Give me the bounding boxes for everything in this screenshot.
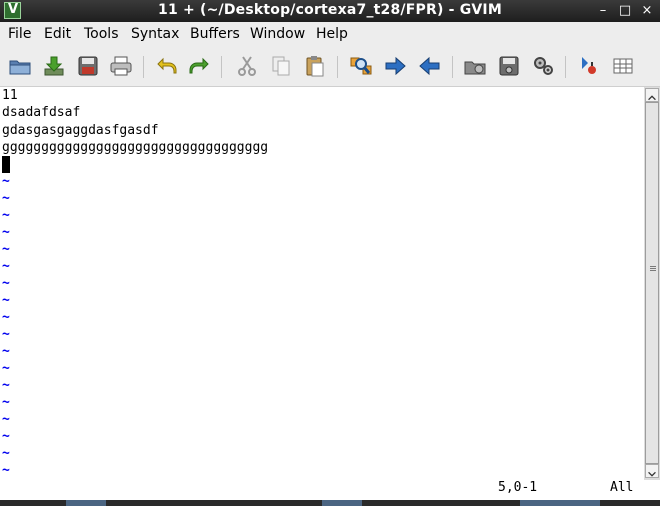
menu-window[interactable]: Window: [250, 26, 305, 42]
empty-line-marker: ~: [2, 208, 10, 223]
make-icon[interactable]: [577, 54, 601, 78]
minimize-button[interactable]: –: [594, 3, 612, 19]
download-icon[interactable]: [42, 54, 66, 78]
empty-line-marker: ~: [2, 361, 10, 376]
empty-line-marker: ~: [2, 463, 10, 478]
toolbar-separator: [143, 56, 144, 78]
cut-icon[interactable]: [235, 54, 259, 78]
toolbar: [0, 46, 660, 87]
paste-icon[interactable]: [303, 54, 327, 78]
menu-buffers[interactable]: Buffers: [190, 26, 240, 42]
empty-line-marker: ~: [2, 259, 10, 274]
title-bar[interactable]: 11 + (~/Desktop/cortexa7_t28/FPR) - GVIM…: [0, 0, 660, 22]
find-replace-icon[interactable]: [349, 54, 373, 78]
toolbar-separator: [337, 56, 338, 78]
taskbar-segment: [66, 500, 106, 506]
scroll-up-button[interactable]: [645, 88, 659, 102]
empty-line-marker: ~: [2, 191, 10, 206]
undo-icon[interactable]: [155, 54, 179, 78]
print-icon[interactable]: [109, 54, 133, 78]
empty-line-marker: ~: [2, 225, 10, 240]
menu-syntax[interactable]: Syntax: [131, 26, 179, 42]
editor-line-3[interactable]: gdasgasgaggdasfgasdf: [2, 122, 159, 139]
menu-edit[interactable]: Edit: [44, 26, 71, 42]
empty-line-marker: ~: [2, 293, 10, 308]
scroll-position: All: [610, 480, 634, 495]
empty-line-marker: ~: [2, 412, 10, 427]
menu-help[interactable]: Help: [316, 26, 348, 42]
empty-line-marker: ~: [2, 446, 10, 461]
scroll-down-button[interactable]: [645, 464, 659, 478]
empty-line-marker: ~: [2, 378, 10, 393]
empty-line-marker: ~: [2, 276, 10, 291]
empty-line-marker: ~: [2, 429, 10, 444]
toolbar-separator: [452, 56, 453, 78]
editor-line-4[interactable]: gggggggggggggggggggggggggggggggggg: [2, 139, 268, 156]
vertical-scrollbar[interactable]: [644, 87, 660, 480]
load-session-icon[interactable]: [463, 54, 487, 78]
empty-line-marker: ~: [2, 310, 10, 325]
table-icon[interactable]: [611, 54, 635, 78]
toolbar-separator: [565, 56, 566, 78]
menu-file[interactable]: File: [8, 26, 31, 42]
cursor-position: 5,0-1: [498, 480, 538, 495]
empty-line-marker: ~: [2, 242, 10, 257]
thumb-grip: [650, 266, 656, 267]
empty-line-marker: ~: [2, 174, 10, 189]
menu-bar: File Edit Tools Syntax Buffers Window He…: [0, 22, 660, 46]
taskbar-segment: [322, 500, 362, 506]
back-icon[interactable]: [418, 54, 442, 78]
thumb-grip: [650, 268, 656, 269]
forward-icon[interactable]: [383, 54, 407, 78]
copy-icon[interactable]: [269, 54, 293, 78]
run-script-icon[interactable]: [531, 54, 555, 78]
taskbar-strip: [0, 500, 660, 506]
scrollbar-thumb[interactable]: [645, 102, 659, 464]
text-editor[interactable]: 11 dsadafdsaf gdasgasgaggdasfgasdf ggggg…: [0, 87, 644, 480]
close-button[interactable]: ×: [638, 3, 656, 19]
redo-icon[interactable]: [187, 54, 211, 78]
menu-tools[interactable]: Tools: [84, 26, 119, 42]
save-icon[interactable]: [76, 54, 100, 78]
window-title: 11 + (~/Desktop/cortexa7_t28/FPR) - GVIM: [158, 2, 502, 18]
text-cursor: [2, 156, 10, 173]
editor-line-1[interactable]: 11: [2, 87, 18, 104]
toolbar-separator: [221, 56, 222, 78]
status-line: 5,0-1 All: [0, 480, 660, 498]
empty-line-marker: ~: [2, 344, 10, 359]
taskbar-segment: [520, 500, 600, 506]
save-session-icon[interactable]: [497, 54, 521, 78]
open-folder-icon[interactable]: [8, 54, 32, 78]
thumb-grip: [650, 270, 656, 271]
maximize-button[interactable]: □: [616, 3, 634, 19]
empty-line-marker: ~: [2, 327, 10, 342]
editor-line-2[interactable]: dsadafdsaf: [2, 104, 80, 121]
empty-line-marker: ~: [2, 395, 10, 410]
